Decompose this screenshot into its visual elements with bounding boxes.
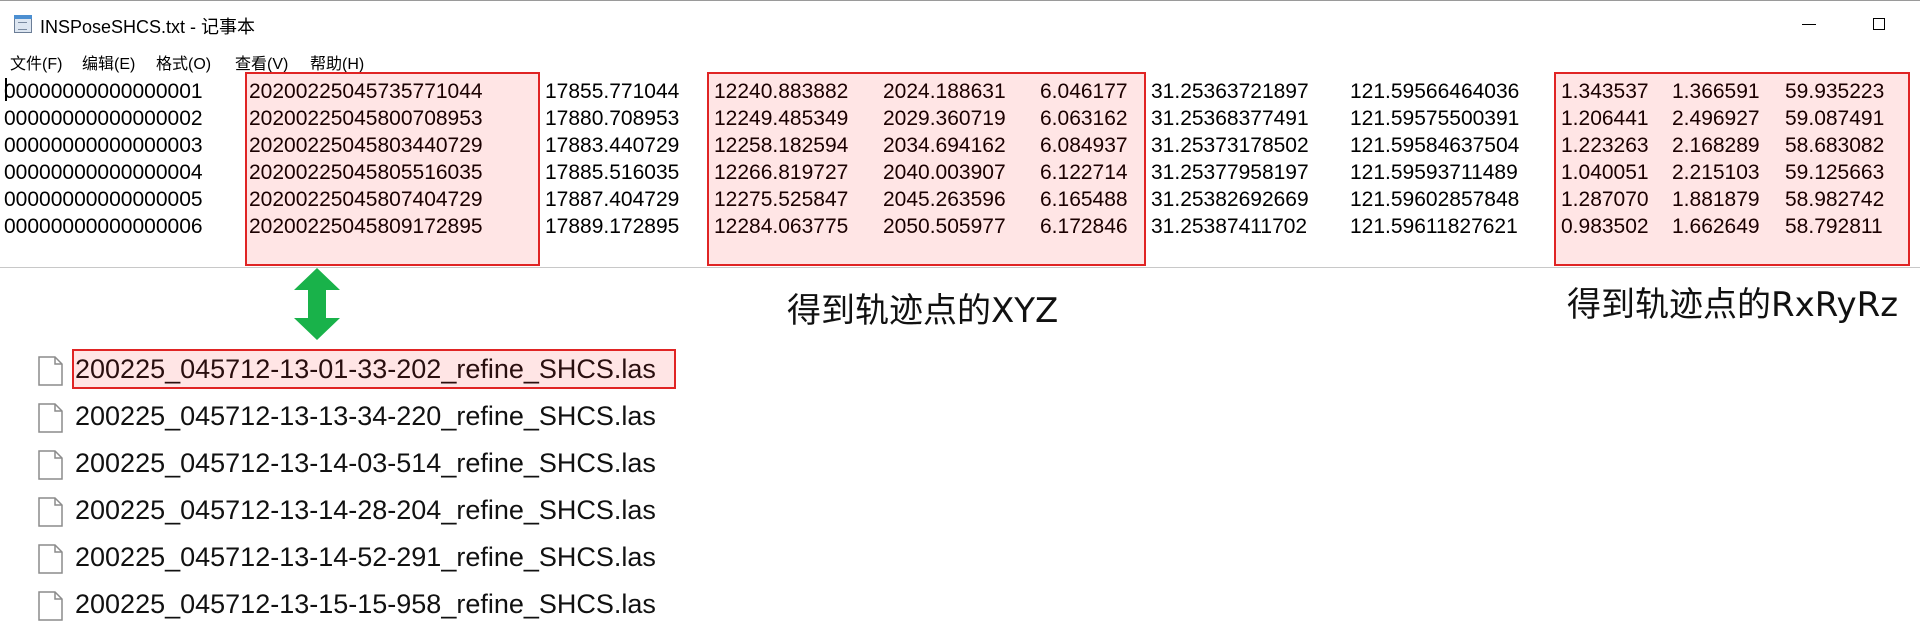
file-name: 200225_045712-13-14-03-514_refine_SHCS.l… [75,448,656,478]
longitude: 121.59611827621 [1350,215,1518,238]
latitude: 31.25368377491 [1151,107,1309,130]
point-id: 00000000000000006 [4,215,203,238]
file-name: 200225_045712-13-14-28-204_refine_SHCS.l… [75,495,656,525]
minimize-button[interactable] [1786,9,1832,39]
file-icon [38,450,63,480]
longitude: 121.59575500391 [1350,107,1520,130]
file-highlight-box [72,349,676,389]
point-id: 00000000000000003 [4,134,203,157]
menu-bar: 文件(F) 编辑(E) 格式(O) 查看(V) 帮助(H) [0,48,1920,74]
file-icon [38,403,63,433]
menu-edit[interactable]: 编辑(E) [82,50,135,74]
latitude: 31.25373178502 [1151,134,1309,157]
latitude: 31.25363721897 [1151,80,1309,103]
rxryrz-caption: 得到轨迹点的RxRyRz [1567,285,1899,325]
longitude: 121.59593711489 [1350,161,1518,184]
file-icon [38,497,63,527]
menu-view[interactable]: 查看(V) [235,50,288,74]
file-name: 200225_045712-13-15-15-958_refine_SHCS.l… [75,589,656,619]
file-icon [38,544,63,574]
notepad-icon [13,14,32,33]
file-icon [38,356,63,386]
longitude: 121.59566464036 [1350,80,1520,103]
latitude: 31.25387411702 [1151,215,1308,238]
point-id: 00000000000000004 [4,161,203,184]
double-arrow-icon [294,268,340,340]
file-list-item[interactable]: 200225_045712-13-14-28-204_refine_SHCS.l… [34,491,694,531]
gps-seconds: 17885.516035 [545,161,680,184]
file-list-item[interactable]: 200225_045712-13-15-15-958_refine_SHCS.l… [34,585,694,625]
file-icon [38,591,63,621]
minimize-icon [1802,23,1816,25]
file-list-item[interactable]: 200225_045712-13-14-03-514_refine_SHCS.l… [34,444,694,484]
file-list-item[interactable]: 200225_045712-13-13-34-220_refine_SHCS.l… [34,397,694,437]
text-caret [5,78,7,101]
rxryrz-highlight-box [1554,72,1910,266]
xyz-highlight-box [707,72,1146,266]
point-id: 00000000000000002 [4,107,203,130]
maximize-icon [1873,18,1885,30]
file-name: 200225_045712-13-14-52-291_refine_SHCS.l… [75,542,656,572]
point-id: 00000000000000005 [4,188,203,211]
longitude: 121.59602857848 [1350,188,1520,211]
timestamp-highlight-box [245,72,540,266]
latitude: 31.25382692669 [1151,188,1309,211]
menu-file[interactable]: 文件(F) [10,50,62,74]
maximize-button[interactable] [1856,9,1902,39]
gps-seconds: 17880.708953 [545,107,680,130]
window-title: INSPoseSHCS.txt - 记事本 [40,17,256,37]
gps-seconds: 17883.440729 [545,134,680,157]
latitude: 31.25377958197 [1151,161,1309,184]
file-name: 200225_045712-13-13-34-220_refine_SHCS.l… [75,401,656,431]
xyz-caption: 得到轨迹点的XYZ [787,291,1059,331]
gps-seconds: 17889.172895 [545,215,680,238]
file-list-item[interactable]: 200225_045712-13-14-52-291_refine_SHCS.l… [34,538,694,578]
gps-seconds: 17855.771044 [545,80,680,103]
point-id: 00000000000000001 [4,80,203,103]
menu-format[interactable]: 格式(O) [156,50,211,74]
longitude: 121.59584637504 [1350,134,1520,157]
title-bar[interactable]: INSPoseSHCS.txt - 记事本 [0,0,1920,46]
gps-seconds: 17887.404729 [545,188,680,211]
menu-help[interactable]: 帮助(H) [310,50,364,74]
